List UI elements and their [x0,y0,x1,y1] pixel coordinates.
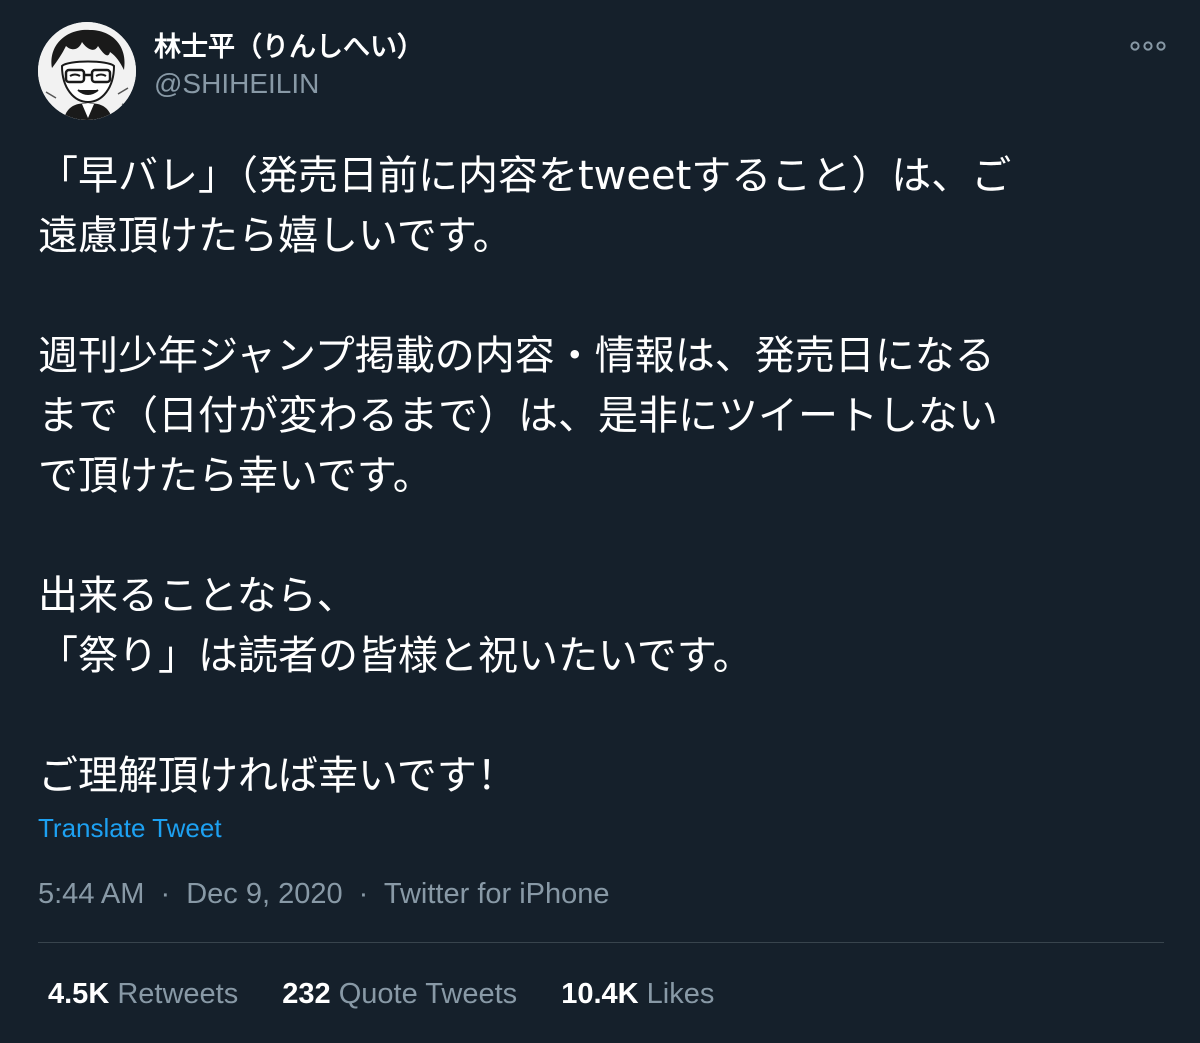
tweet-text-line: 週刊少年ジャンプ掲載の内容・情報は、発売日になる [38,333,995,379]
avatar-illustration-icon [38,22,136,120]
tweet-header: 林士平（りんしへい） @SHIHEILIN [38,18,1168,120]
tweet-date[interactable]: Dec 9, 2020 [186,878,342,910]
meta-separator: · [358,878,369,910]
retweets-count: 4.5K [48,978,110,1010]
more-options-icon [1130,41,1166,51]
likes-count: 10.4K [561,978,639,1010]
tweet-text-line: 「早バレ」（発売日前に内容をtweetすること）は、ご [38,153,1012,199]
tweet-source[interactable]: Twitter for iPhone [384,878,610,910]
retweets-label: Retweets [117,978,239,1010]
divider [38,942,1164,943]
likes-label: Likes [646,978,715,1010]
tweet-text-line: まで（日付が変わるまで）は、是非にツイートしない [38,393,998,439]
quote-tweets-count: 232 [282,978,331,1010]
user-handle[interactable]: @SHIHEILIN [154,66,424,102]
tweet-text: 「早バレ」（発売日前に内容をtweetすること）は、ご 遠慮頂けたら嬉しいです。… [38,146,1168,806]
tweet-meta: 5:44 AM · Dec 9, 2020 · Twitter for iPho… [38,874,610,914]
quote-tweets-label: Quote Tweets [338,978,518,1010]
meta-separator: · [160,878,171,910]
retweets-stat[interactable]: 4.5K Retweets [48,974,238,1014]
author-names: 林士平（りんしへい） @SHIHEILIN [154,30,424,102]
tweet-time[interactable]: 5:44 AM [38,878,144,910]
tweet-text-line: 出来ることなら、 [38,573,357,619]
tweet-text-line: 遠慮頂けたら嬉しいです。 [38,213,513,259]
tweet-text-line: 「祭り」は読者の皆様と祝いたいです。 [38,633,753,679]
quote-tweets-stat[interactable]: 232 Quote Tweets [282,974,517,1014]
tweet-stats: 4.5K Retweets 232 Quote Tweets 10.4K Lik… [48,974,750,1014]
more-options-button[interactable] [1128,32,1168,60]
tweet-text-line: ご理解頂ければ幸いです！ [38,753,517,799]
likes-stat[interactable]: 10.4K Likes [561,974,714,1014]
avatar[interactable] [38,22,136,120]
display-name[interactable]: 林士平（りんしへい） [154,30,424,66]
translate-tweet-link[interactable]: Translate Tweet [38,810,222,846]
tweet-detail: 林士平（りんしへい） @SHIHEILIN 「早バレ」（発売日前に内容をtwee… [0,0,1200,1043]
tweet-text-line: で頂けたら幸いです。 [38,453,433,499]
